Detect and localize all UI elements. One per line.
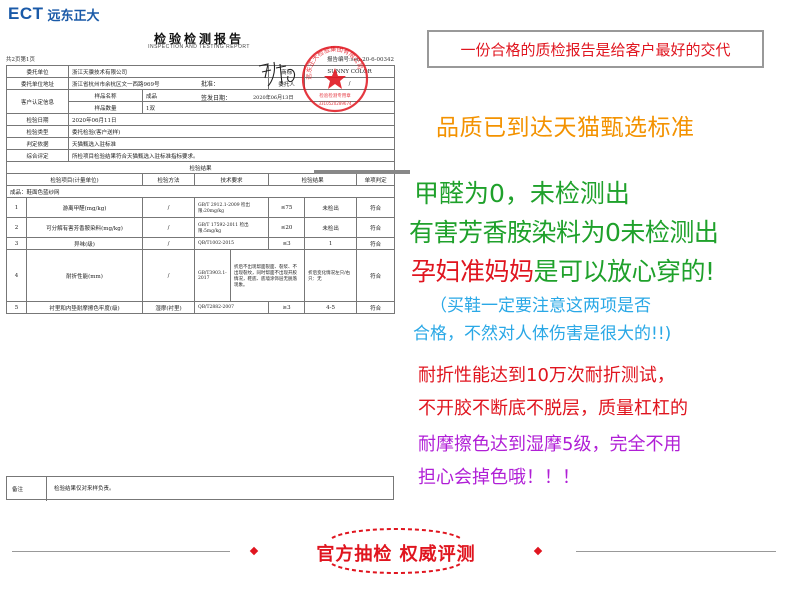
type-value: 委托检验(客户送样)	[68, 125, 396, 138]
logo-cn: 远东正大	[47, 8, 100, 24]
item-verdict: 符合	[356, 237, 396, 250]
item-no: 4	[6, 249, 27, 302]
approve-label: 批准：	[201, 81, 220, 88]
summary-label: 综合评定	[5, 149, 70, 162]
stamp-sub: 检验检测专用章	[319, 92, 351, 99]
stamp-code: 3310520289674	[318, 101, 352, 106]
item-requirement: ≤20	[268, 217, 306, 238]
remark-row: 备注 检验结果仅对来样负责。	[6, 476, 394, 501]
client-addr-value: 浙江省杭州市余杭区文一西路969号	[68, 77, 270, 90]
item-method: 湿摩(衬里)	[142, 301, 196, 314]
issue-date-value: 2020年06月13日	[253, 95, 294, 101]
item-name: 可分解有害芳香胺染料(mg/kg)	[25, 217, 144, 238]
item-no: 5	[6, 301, 27, 314]
callout-text: 一份合格的质检报告是给客户最好的交代	[460, 40, 731, 59]
pointer-line	[314, 170, 410, 174]
client-value: 浙江天骥技术有限公司	[68, 65, 270, 78]
summary-value: 所检项目检验结果符合天猫甄选入驻标准指标要求。	[68, 149, 396, 162]
date-label: 检验日期	[5, 113, 70, 126]
remark-label: 备注	[12, 487, 24, 493]
formaldehyde-claim: 甲醛为0，未检测出	[414, 179, 630, 208]
col-item: 检验项目(计量单位)	[5, 173, 144, 186]
remark-divider	[46, 477, 47, 501]
item-result: 未检出	[304, 197, 358, 218]
item-standard: GB/T 17592-2011 检出限:5mg/kg	[194, 217, 270, 238]
diamond-right-icon	[533, 546, 543, 556]
report-page: 共2页第1页	[6, 57, 35, 63]
brand-logo: ECT 远东正大	[8, 4, 100, 24]
pregnancy-claim-red: 孕妇准妈妈	[411, 257, 534, 286]
item-name: 衬里和内垫耐摩擦色牢度(级)	[25, 301, 144, 314]
fold-claim-2: 不开胶不断底不脱层，质量杠杠的	[418, 398, 688, 419]
note-line-1: （买鞋一定要注意这两项是否	[430, 296, 651, 316]
sample-name-label: 样品名称	[68, 89, 144, 102]
rub-claim-2: 担心会掉色哦！！！	[418, 467, 580, 488]
banner-text: 官方抽检 权威评测	[316, 544, 476, 565]
date-value: 2020年06月11日	[68, 113, 396, 126]
item-requirement: 折后不出现帮面裂面、裂浆、不出现裂纹，同时帮面不出现开胶情况，鞋底、底墙涂饰层无…	[230, 249, 306, 302]
item-name: 异味(级)	[25, 237, 144, 250]
item-result: 折后变化情况左只/右只：无	[304, 249, 358, 302]
item-method: /	[142, 217, 196, 238]
item-result: 1	[304, 237, 358, 250]
item-verdict: 符合	[356, 249, 396, 302]
item-method: /	[142, 237, 196, 250]
col-requirement: 技术要求	[194, 173, 270, 186]
item-standard: QB/T1002-2015	[194, 237, 270, 250]
item-verdict: 符合	[356, 301, 396, 314]
item-verdict: 符合	[356, 197, 396, 218]
stamp-star-icon	[324, 68, 346, 89]
item-no: 2	[6, 217, 27, 238]
item-standard: QB/T2882-2007	[194, 301, 270, 314]
client-label: 委托单位	[5, 65, 70, 78]
item-method: /	[142, 197, 196, 218]
item-requirement: ≤75	[268, 197, 306, 218]
quality-headline: 品质已到达天猫甄选标准	[436, 115, 695, 141]
callout-box: 一份合格的质检报告是给客户最好的交代	[427, 30, 764, 68]
item-no: 1	[6, 197, 27, 218]
item-verdict: 符合	[356, 217, 396, 238]
fold-claim-1: 耐折性能达到10万次耐折测试，	[418, 365, 675, 386]
logo-ect: ECT	[8, 4, 44, 23]
banner-line-left	[12, 551, 230, 552]
item-name: 游离甲醛(mg/kg)	[25, 197, 144, 218]
item-standard: GB/T3903.1-2017	[194, 249, 232, 302]
col-method: 检验方法	[142, 173, 196, 186]
issue-date-label: 签发日期：	[201, 95, 232, 102]
col-verdict: 单项判定	[356, 173, 396, 186]
client-addr-label: 委托单位地址	[5, 77, 70, 90]
item-result: 未检出	[304, 217, 358, 238]
rub-claim-1: 耐摩擦色达到湿摩5级，完全不用	[418, 434, 682, 455]
note-line-2: 合格，不然对人体伤害是很大的!!)	[413, 324, 672, 344]
type-label: 检验类型	[5, 125, 70, 138]
pregnancy-claim: 孕妇准妈妈是可以放心穿的!	[411, 252, 715, 288]
signature-mark	[258, 61, 296, 87]
dye-claim: 有害芳香胺染料为0未检测出	[409, 218, 719, 247]
inspection-report: 检验检测报告 INSPECTION AND TESTING REPORT 共2页…	[0, 24, 398, 504]
remark-value: 检验结果仅对来样负责。	[54, 486, 115, 492]
sample-qty-label: 样品数量	[68, 101, 144, 114]
basis-label: 判定依据	[5, 137, 70, 150]
diamond-left-icon	[249, 546, 259, 556]
section-label: 成品：鞋面色蓝纱网	[5, 185, 396, 198]
col-result: 检验结果	[268, 173, 358, 186]
item-requirement: ≤3	[268, 237, 306, 250]
basis-value: 天猫甄选入驻标准	[68, 137, 396, 150]
sample-info-label: 客户认定信息	[5, 89, 70, 114]
item-requirement: ≥3	[268, 301, 306, 314]
red-seal-stamp: 远东正大检验集团有限公司 检验检测专用章 3310520289674	[301, 45, 369, 113]
item-result: 4-5	[304, 301, 358, 314]
pregnancy-claim-green: 是可以放心穿的!	[533, 257, 716, 286]
item-name: 耐折性能(mm)	[25, 249, 144, 302]
item-no: 3	[6, 237, 27, 250]
item-standard: GB/T 2912.1-2009 检出限:20mg/kg	[194, 197, 270, 218]
item-method: /	[142, 249, 196, 302]
banner-line-right	[576, 551, 776, 552]
